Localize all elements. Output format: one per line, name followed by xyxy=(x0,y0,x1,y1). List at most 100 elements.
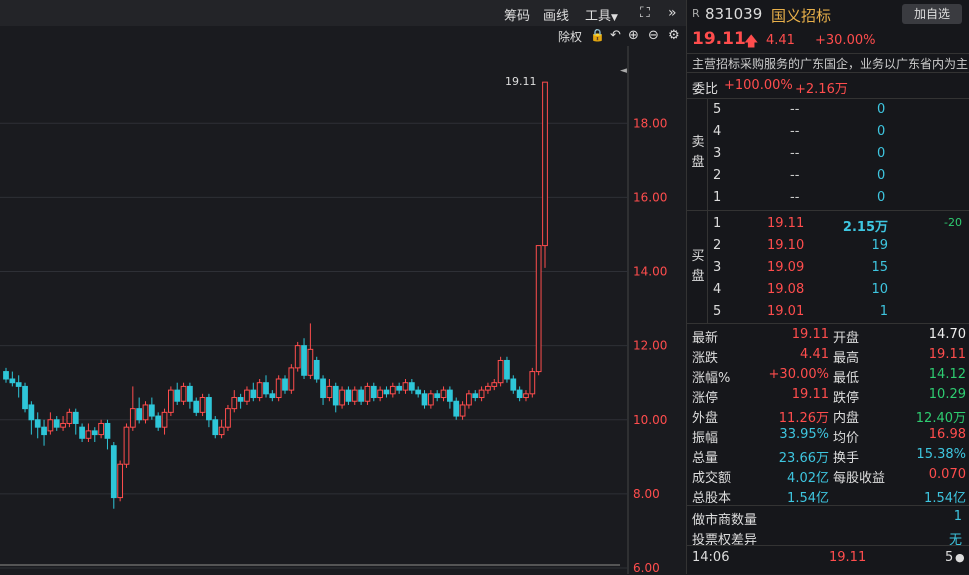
stock-name[interactable]: 国义招标 xyxy=(771,5,831,26)
candle[interactable] xyxy=(60,416,66,431)
tick-list[interactable]: 14:06 19.11 5 ● xyxy=(687,545,969,575)
candle[interactable] xyxy=(167,386,174,417)
sell-row[interactable]: 2 -- 0 xyxy=(687,166,969,188)
buy-row[interactable]: 2 19.10 19 xyxy=(687,236,969,258)
undo-icon[interactable]: ↶ xyxy=(610,28,621,43)
candle[interactable] xyxy=(237,393,244,409)
candle[interactable] xyxy=(453,397,460,420)
candle[interactable] xyxy=(427,390,434,409)
candle[interactable] xyxy=(491,379,498,391)
candle[interactable] xyxy=(288,364,295,394)
candle[interactable] xyxy=(66,408,73,428)
candle[interactable] xyxy=(155,412,162,431)
candle[interactable] xyxy=(320,375,326,405)
candle[interactable] xyxy=(383,386,390,398)
candle[interactable] xyxy=(485,382,491,394)
candle[interactable] xyxy=(459,401,466,420)
zoom-out-icon[interactable]: ⊖ xyxy=(648,28,659,43)
candle[interactable] xyxy=(98,419,104,439)
candle[interactable] xyxy=(275,375,282,402)
candle[interactable] xyxy=(497,356,504,387)
candle[interactable] xyxy=(174,382,181,405)
lock-icon[interactable]: 🔒 xyxy=(590,28,605,42)
candle[interactable] xyxy=(79,423,85,442)
candle[interactable] xyxy=(256,379,263,402)
candle[interactable] xyxy=(326,379,333,402)
kline-chart-area[interactable]: 筹码 画线 工具▼ ⛶ » 除权 🔒 ↶ ⊕ ⊖ ⚙ 6.00 8.00 10.00… xyxy=(0,0,686,574)
candle[interactable] xyxy=(294,341,301,372)
candle[interactable] xyxy=(478,386,485,402)
chuquan-button[interactable]: 除权 xyxy=(558,28,582,45)
candle[interactable] xyxy=(3,367,9,383)
candle[interactable] xyxy=(263,375,269,398)
candle[interactable] xyxy=(212,416,219,439)
candle[interactable] xyxy=(504,356,510,383)
candle[interactable] xyxy=(269,390,276,402)
candle[interactable] xyxy=(364,382,371,405)
double-chevron-right-icon[interactable]: » xyxy=(668,5,677,21)
candle[interactable] xyxy=(22,382,28,413)
candle[interactable] xyxy=(193,397,200,417)
candle[interactable] xyxy=(313,356,320,383)
sell-row[interactable]: 5 -- 0 xyxy=(687,100,969,122)
candle[interactable] xyxy=(301,338,307,379)
buy-row[interactable]: 1 19.11 2.15万 -20 xyxy=(687,214,969,236)
candle[interactable] xyxy=(117,460,124,502)
tools-menu-button[interactable]: 工具▼ xyxy=(585,5,618,24)
candle[interactable] xyxy=(9,371,16,387)
candle[interactable] xyxy=(72,408,79,435)
candle[interactable] xyxy=(472,390,479,402)
candle[interactable] xyxy=(345,386,352,405)
candle[interactable] xyxy=(510,375,517,394)
candle[interactable] xyxy=(332,382,339,413)
candle[interactable] xyxy=(447,386,453,409)
candle[interactable] xyxy=(28,401,35,435)
candle[interactable] xyxy=(396,382,403,394)
candle[interactable] xyxy=(307,323,314,379)
candle[interactable] xyxy=(389,382,396,398)
candle[interactable] xyxy=(421,390,428,409)
candle[interactable] xyxy=(415,386,422,398)
candle[interactable] xyxy=(34,412,41,439)
candle[interactable] xyxy=(148,397,155,420)
candle[interactable] xyxy=(225,404,231,431)
candle[interactable] xyxy=(231,390,238,413)
candle[interactable] xyxy=(250,382,257,402)
candle[interactable] xyxy=(358,386,364,405)
chouma-button[interactable]: 筹码 xyxy=(504,5,530,24)
candle[interactable] xyxy=(91,427,98,442)
candle[interactable] xyxy=(187,382,193,409)
candle[interactable] xyxy=(408,379,415,394)
candle[interactable] xyxy=(440,386,447,402)
candle[interactable] xyxy=(516,386,523,402)
candle[interactable] xyxy=(161,408,168,435)
candle[interactable] xyxy=(104,419,111,450)
candle[interactable] xyxy=(15,375,22,398)
candle[interactable] xyxy=(218,419,225,439)
sell-row[interactable]: 1 -- 0 xyxy=(687,188,969,210)
candle[interactable] xyxy=(47,412,54,435)
fullscreen-icon[interactable]: ⛶ xyxy=(640,5,650,21)
candle[interactable] xyxy=(123,423,130,468)
candle[interactable] xyxy=(53,416,60,431)
candle[interactable] xyxy=(129,386,136,431)
settings-gear-icon[interactable]: ⚙ xyxy=(668,28,680,43)
candle[interactable] xyxy=(370,382,377,402)
candle[interactable] xyxy=(339,386,345,409)
candle[interactable] xyxy=(199,393,206,417)
zoom-in-icon[interactable]: ⊕ xyxy=(628,28,639,43)
candle[interactable] xyxy=(535,245,542,376)
draw-line-button[interactable]: 画线 xyxy=(543,5,569,24)
candle[interactable] xyxy=(206,393,212,428)
candle[interactable] xyxy=(142,401,149,424)
candle[interactable] xyxy=(466,390,472,409)
candle[interactable] xyxy=(351,386,358,405)
candle[interactable] xyxy=(41,419,47,446)
candle[interactable] xyxy=(529,367,536,398)
buy-row[interactable]: 3 19.09 15 xyxy=(687,258,969,280)
sell-row[interactable]: 4 -- 0 xyxy=(687,122,969,144)
sell-row[interactable]: 3 -- 0 xyxy=(687,144,969,166)
candle[interactable] xyxy=(282,375,288,394)
candle[interactable] xyxy=(377,386,384,402)
candle[interactable] xyxy=(542,81,548,268)
